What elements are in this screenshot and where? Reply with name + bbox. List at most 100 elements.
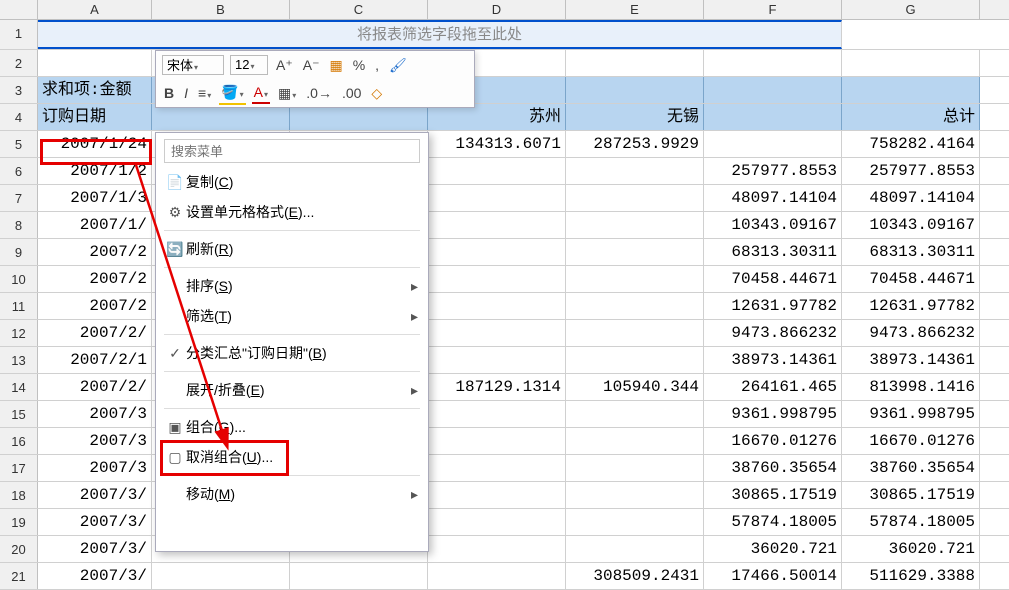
cell[interactable]: 12631.97782 [704, 293, 842, 319]
row-header[interactable]: 1 [0, 20, 38, 49]
menu-search-input[interactable] [164, 139, 420, 163]
cell[interactable]: 38973.14361 [704, 347, 842, 373]
font-family-select[interactable]: 宋体 [162, 55, 224, 75]
cell[interactable] [428, 239, 566, 265]
cell[interactable]: 2007/3/ [38, 482, 152, 508]
cell[interactable] [428, 401, 566, 427]
cell[interactable]: 12631.97782 [842, 293, 980, 319]
menu-item[interactable]: ▣组合(G)... [156, 412, 428, 442]
cell[interactable]: 2007/1/2 [38, 158, 152, 184]
increase-decimal-icon[interactable]: .0→ [304, 83, 334, 103]
col-header-d[interactable]: D [428, 0, 566, 19]
cell[interactable] [566, 320, 704, 346]
row-header[interactable]: 18 [0, 482, 38, 508]
row-header[interactable]: 19 [0, 509, 38, 535]
menu-item[interactable]: 🔄刷新(R) [156, 234, 428, 264]
cell[interactable]: 48097.14104 [842, 185, 980, 211]
cell[interactable]: 70458.44671 [842, 266, 980, 292]
row-header[interactable]: 8 [0, 212, 38, 238]
cell[interactable]: 2007/3 [38, 455, 152, 481]
align-icon[interactable]: ≡ [196, 83, 213, 103]
font-size-select[interactable]: 12 [230, 55, 268, 75]
menu-item[interactable]: ▢取消组合(U)... [156, 442, 428, 472]
cell[interactable]: 2007/3/ [38, 509, 152, 535]
cell[interactable]: 287253.9929 [566, 131, 704, 157]
col-header-c[interactable]: C [290, 0, 428, 19]
row-header[interactable]: 17 [0, 455, 38, 481]
cell[interactable]: 2007/2/ [38, 320, 152, 346]
cell[interactable]: 10343.09167 [842, 212, 980, 238]
font-color-icon[interactable]: A [252, 82, 270, 104]
comma-icon[interactable]: , [373, 55, 381, 75]
filter-drop-hint[interactable]: 将报表筛选字段拖至此处 [38, 20, 842, 49]
cell[interactable]: 308509.2431 [566, 563, 704, 589]
format-painter-icon[interactable]: 🖌 [387, 55, 409, 76]
cell[interactable]: 264161.465 [704, 374, 842, 400]
cell[interactable]: 2007/3/ [38, 563, 152, 589]
col-label-total[interactable]: 总计 [842, 104, 980, 130]
cell[interactable]: 2007/3 [38, 401, 152, 427]
italic-icon[interactable]: I [182, 83, 190, 103]
row-header[interactable]: 21 [0, 563, 38, 589]
cell[interactable]: 2007/3 [38, 428, 152, 454]
cell[interactable] [566, 212, 704, 238]
cell[interactable] [566, 293, 704, 319]
cell[interactable]: 2007/2 [38, 239, 152, 265]
row-header[interactable]: 15 [0, 401, 38, 427]
cell[interactable] [428, 347, 566, 373]
row-header[interactable]: 13 [0, 347, 38, 373]
cell[interactable]: 38973.14361 [842, 347, 980, 373]
row-field-label[interactable]: 订购日期 [38, 104, 152, 130]
cell[interactable]: 134313.6071 [428, 131, 566, 157]
cell[interactable]: 30865.17519 [704, 482, 842, 508]
cell[interactable]: 813998.1416 [842, 374, 980, 400]
cell[interactable] [566, 482, 704, 508]
row-header[interactable]: 10 [0, 266, 38, 292]
cell[interactable]: 48097.14104 [704, 185, 842, 211]
decrease-decimal-icon[interactable]: .00 [340, 83, 363, 103]
col-header-f[interactable]: F [704, 0, 842, 19]
cell[interactable] [152, 563, 290, 589]
cell[interactable]: 2007/2/1 [38, 347, 152, 373]
borders-icon[interactable]: ▦ [276, 83, 298, 104]
menu-item[interactable]: 📄复制(C) [156, 167, 428, 197]
cell[interactable]: 2007/2 [38, 266, 152, 292]
cell[interactable] [428, 455, 566, 481]
cell[interactable]: 9473.866232 [704, 320, 842, 346]
cell[interactable] [428, 563, 566, 589]
cell[interactable] [428, 266, 566, 292]
cell[interactable] [428, 158, 566, 184]
cell[interactable]: 2007/1/24 [38, 131, 152, 157]
cell[interactable]: 257977.8553 [704, 158, 842, 184]
cell[interactable]: 68313.30311 [704, 239, 842, 265]
row-header[interactable]: 20 [0, 536, 38, 562]
cell[interactable]: 57874.18005 [704, 509, 842, 535]
cell[interactable] [566, 185, 704, 211]
cell[interactable]: 10343.09167 [704, 212, 842, 238]
col-header-a[interactable]: A [38, 0, 152, 19]
menu-item[interactable]: 排序(S) [156, 271, 428, 301]
cell[interactable] [566, 266, 704, 292]
menu-item[interactable]: 筛选(T) [156, 301, 428, 331]
cell[interactable]: 105940.344 [566, 374, 704, 400]
cell[interactable] [428, 212, 566, 238]
increase-font-icon[interactable]: A⁺ [274, 55, 295, 76]
cell[interactable]: 30865.17519 [842, 482, 980, 508]
cell[interactable]: 2007/1/ [38, 212, 152, 238]
cell[interactable]: 9361.998795 [842, 401, 980, 427]
row-header[interactable]: 6 [0, 158, 38, 184]
cell[interactable]: 511629.3388 [842, 563, 980, 589]
cell[interactable] [566, 239, 704, 265]
cell[interactable] [428, 185, 566, 211]
cell[interactable] [428, 482, 566, 508]
cell[interactable] [428, 428, 566, 454]
cell[interactable]: 36020.721 [842, 536, 980, 562]
row-header[interactable]: 3 [0, 77, 38, 103]
cell[interactable]: 2007/2 [38, 293, 152, 319]
cell[interactable] [566, 536, 704, 562]
cell[interactable]: 2007/2/ [38, 374, 152, 400]
cell[interactable]: 758282.4164 [842, 131, 980, 157]
cell[interactable] [566, 428, 704, 454]
cell[interactable]: 257977.8553 [842, 158, 980, 184]
row-header[interactable]: 4 [0, 104, 38, 130]
